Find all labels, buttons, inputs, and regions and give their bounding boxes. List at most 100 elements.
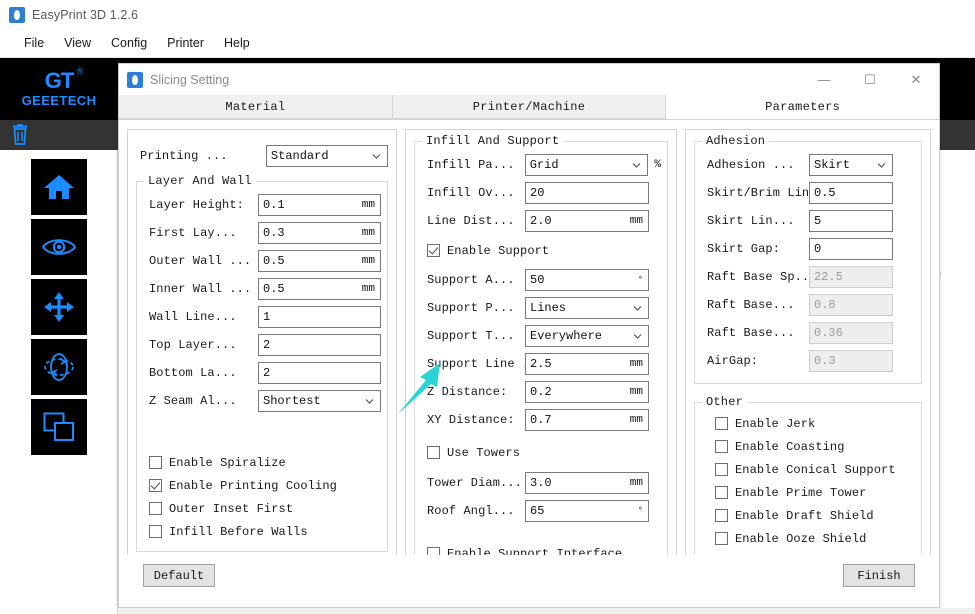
rail-button-home[interactable] xyxy=(31,159,87,215)
field-label: Z Distance: xyxy=(421,385,525,399)
minimize-button[interactable]: — xyxy=(801,64,847,95)
fieldset-legend: Other xyxy=(702,395,747,409)
field-label: First Lay... xyxy=(143,226,258,240)
percent-symbol: % xyxy=(654,159,661,171)
field-label: Top Layer... xyxy=(143,338,258,352)
infill-overlap-input[interactable]: 20 xyxy=(525,182,649,204)
outer-wall-input[interactable]: 0.5 mm xyxy=(258,250,381,272)
fieldset-adhesion: Adhesion Adhesion ... Skirt Skirt/Brim L… xyxy=(694,141,922,384)
field-label: Inner Wall ... xyxy=(143,282,258,296)
checkbox-infill-before-walls[interactable]: Infill Before Walls xyxy=(143,520,381,543)
checkbox-enable-ooze-shield[interactable]: Enable Ooze Shield xyxy=(701,527,915,550)
checkbox-box[interactable] xyxy=(715,509,728,522)
support-type-select[interactable]: Everywhere xyxy=(525,325,649,347)
field-value: Shortest xyxy=(263,394,321,408)
checkbox-box[interactable] xyxy=(427,244,440,257)
support-line-distance-input[interactable]: 2.5 mm xyxy=(525,353,649,375)
checkbox-enable-draft-shield[interactable]: Enable Draft Shield xyxy=(701,504,915,527)
field-wall-line-count: Wall Line... 1 xyxy=(143,303,381,330)
checkbox-use-towers[interactable]: Use Towers xyxy=(421,441,661,464)
checkbox-box[interactable] xyxy=(149,479,162,492)
checkbox-box[interactable] xyxy=(715,417,728,430)
field-label: Raft Base Sp... xyxy=(701,270,809,284)
checkbox-enable-jerk[interactable]: Enable Jerk xyxy=(701,412,915,435)
field-value: 0 xyxy=(814,242,821,256)
menu-help[interactable]: Help xyxy=(214,33,260,53)
checkbox-label: Enable Jerk xyxy=(735,417,815,431)
field-value: 2 xyxy=(263,366,270,380)
checkbox-enable-spiralize[interactable]: Enable Spiralize xyxy=(143,451,381,474)
field-value: 2 xyxy=(263,338,270,352)
menu-file[interactable]: File xyxy=(14,33,54,53)
checkbox-enable-conical-support[interactable]: Enable Conical Support xyxy=(701,458,915,481)
checkbox-box[interactable] xyxy=(715,532,728,545)
field-support-angle: Support A... 50 ° xyxy=(421,266,661,293)
field-value: Skirt xyxy=(814,158,850,172)
tab-printer-machine[interactable]: Printer/Machine xyxy=(393,95,667,119)
column-layer-and-wall: Printing ... Standard Layer And Wall Lay… xyxy=(127,129,397,582)
checkbox-box[interactable] xyxy=(149,525,162,538)
maximize-button[interactable]: ☐ xyxy=(847,64,893,95)
home-icon xyxy=(43,172,75,202)
support-angle-input[interactable]: 50 ° xyxy=(525,269,649,291)
layer-height-input[interactable]: 0.1 mm xyxy=(258,194,381,216)
field-label: Roof Angl... xyxy=(421,504,525,518)
top-layers-input[interactable]: 2 xyxy=(258,334,381,356)
adhesion-type-select[interactable]: Skirt xyxy=(809,154,893,176)
field-label: Support T... xyxy=(421,329,525,343)
trash-icon[interactable] xyxy=(10,124,30,146)
finish-button[interactable]: Finish xyxy=(843,564,915,587)
field-unit: mm xyxy=(630,386,643,398)
checkbox-box[interactable] xyxy=(149,502,162,515)
checkbox-label: Enable Prime Tower xyxy=(735,486,866,500)
xy-distance-input[interactable]: 0.7 mm xyxy=(525,409,649,431)
checkbox-label: Enable Coasting xyxy=(735,440,845,454)
skirt-gap-input[interactable]: 0 xyxy=(809,238,893,260)
inner-wall-input[interactable]: 0.5 mm xyxy=(258,278,381,300)
rail-button-view[interactable] xyxy=(31,219,87,275)
checkbox-outer-inset-first[interactable]: Outer Inset First xyxy=(143,497,381,520)
skirt-brim-line-width-input[interactable]: 0.5 xyxy=(809,182,893,204)
checkbox-enable-support[interactable]: Enable Support xyxy=(421,239,661,262)
first-layer-height-input[interactable]: 0.3 mm xyxy=(258,222,381,244)
rail-button-move[interactable] xyxy=(31,279,87,335)
rail-button-rotate[interactable] xyxy=(31,339,87,395)
field-value: Lines xyxy=(530,301,566,315)
field-first-layer-height: First Lay... 0.3 mm xyxy=(143,219,381,246)
tower-diameter-input[interactable]: 3.0 mm xyxy=(525,472,649,494)
roof-angle-input[interactable]: 65 ° xyxy=(525,500,649,522)
z-seam-alignment-select[interactable]: Shortest xyxy=(258,390,381,412)
menubar: File View Config Printer Help xyxy=(0,29,975,58)
infill-pattern-select[interactable]: Grid xyxy=(525,154,649,176)
checkbox-box[interactable] xyxy=(715,463,728,476)
menu-config[interactable]: Config xyxy=(101,33,157,53)
tab-material[interactable]: Material xyxy=(119,95,393,119)
checkbox-box[interactable] xyxy=(427,446,440,459)
checkbox-enable-prime-tower[interactable]: Enable Prime Tower xyxy=(701,481,915,504)
tab-parameters[interactable]: Parameters xyxy=(666,95,939,119)
checkbox-box[interactable] xyxy=(715,486,728,499)
line-distance-input[interactable]: 2.0 mm xyxy=(525,210,649,232)
bottom-layers-input[interactable]: 2 xyxy=(258,362,381,384)
checkbox-enable-printing-cooling[interactable]: Enable Printing Cooling xyxy=(143,474,381,497)
printing-profile-select[interactable]: Standard xyxy=(266,145,388,167)
move-arrows-icon xyxy=(43,291,75,323)
checkbox-box[interactable] xyxy=(149,456,162,469)
close-button[interactable]: ✕ xyxy=(893,64,939,95)
rail-button-scale[interactable] xyxy=(31,399,87,455)
checkbox-enable-coasting[interactable]: Enable Coasting xyxy=(701,435,915,458)
chevron-down-icon xyxy=(372,151,381,160)
z-distance-input[interactable]: 0.2 mm xyxy=(525,381,649,403)
default-button[interactable]: Default xyxy=(143,564,215,587)
support-pattern-select[interactable]: Lines xyxy=(525,297,649,319)
menu-printer[interactable]: Printer xyxy=(157,33,214,53)
field-skirt-line-count: Skirt Lin... 5 xyxy=(701,207,915,234)
menu-view[interactable]: View xyxy=(54,33,101,53)
field-value: 0.1 xyxy=(263,198,285,212)
skirt-line-count-input[interactable]: 5 xyxy=(809,210,893,232)
field-infill-overlap: Infill Ov... 20 xyxy=(421,179,661,206)
checkbox-box[interactable] xyxy=(715,440,728,453)
main-window-titlebar: EasyPrint 3D 1.2.6 xyxy=(0,0,975,29)
wall-line-count-input[interactable]: 1 xyxy=(258,306,381,328)
brand-mark-text: GT xyxy=(45,68,74,93)
